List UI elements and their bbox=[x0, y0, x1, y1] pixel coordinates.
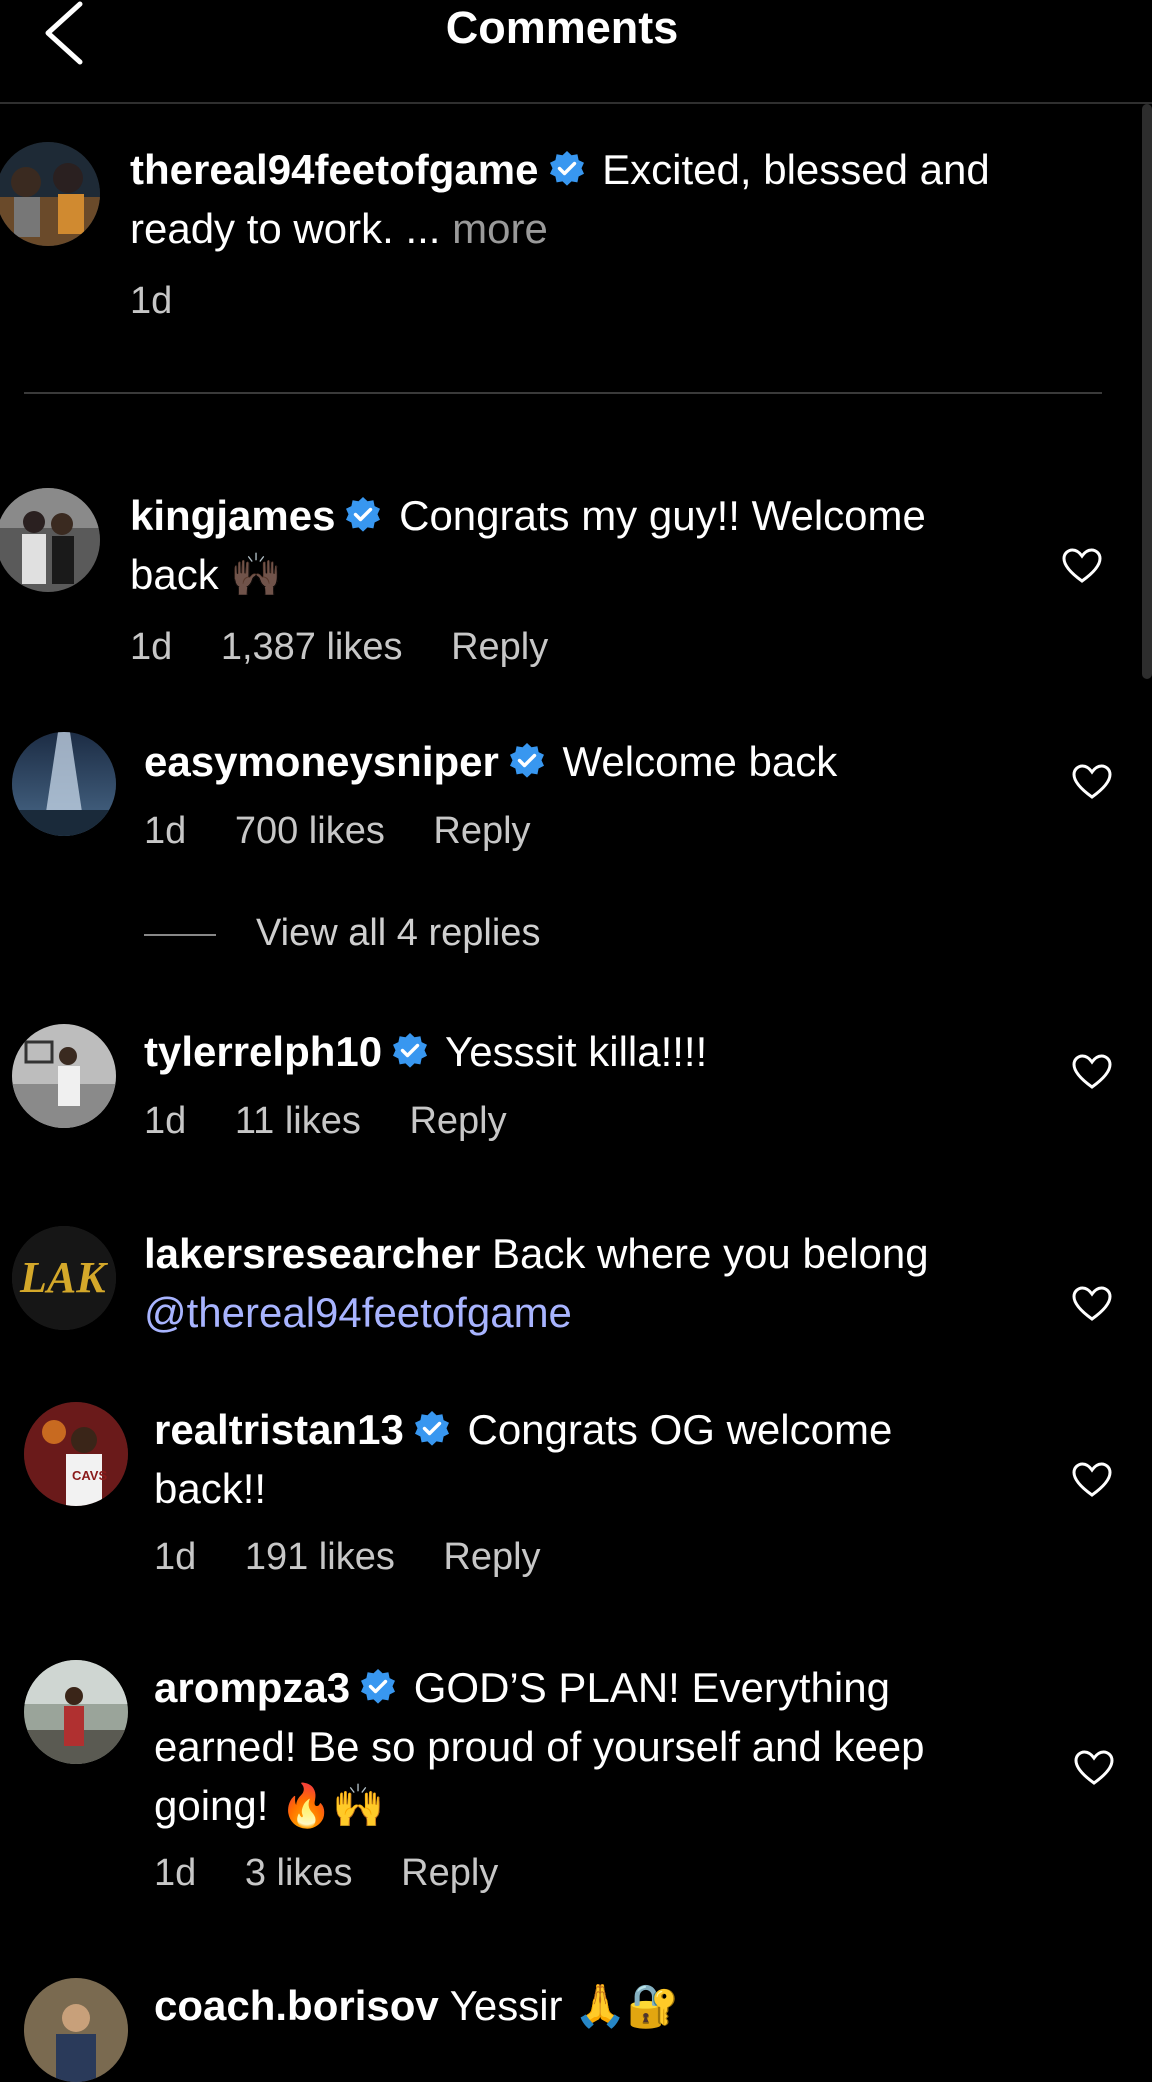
divider bbox=[24, 392, 1102, 394]
verified-badge-icon bbox=[509, 743, 544, 778]
avatar[interactable]: LAK bbox=[12, 1226, 116, 1330]
verified-badge-icon bbox=[346, 497, 381, 532]
username[interactable]: realtristan13 bbox=[154, 1406, 404, 1453]
username[interactable]: arompza3 bbox=[154, 1664, 350, 1711]
header: Comments bbox=[0, 0, 1152, 104]
timestamp: 1d bbox=[130, 626, 173, 668]
avatar[interactable]: CAVS bbox=[24, 1402, 128, 1506]
comment-meta: 1d 11 likes Reply bbox=[144, 1100, 545, 1143]
more-link[interactable]: more bbox=[452, 205, 548, 252]
like-count[interactable]: 11 likes bbox=[235, 1100, 361, 1142]
comment-line-1: GOD’S PLAN! Everything bbox=[413, 1664, 890, 1711]
comment-text: arompza3 GOD’S PLAN! Everything earned! … bbox=[154, 1658, 1094, 1835]
comment-meta: 1d 191 likes Reply bbox=[154, 1536, 579, 1579]
caption-line-1: Excited, blessed and bbox=[602, 146, 990, 193]
comment-meta: 1d 3 likes Reply bbox=[154, 1852, 536, 1895]
verified-badge-icon bbox=[414, 1411, 449, 1446]
reply-button[interactable]: Reply bbox=[401, 1852, 498, 1894]
avatar[interactable] bbox=[12, 732, 116, 836]
scrollbar[interactable] bbox=[1142, 104, 1152, 679]
comment-line-1: Congrats OG welcome bbox=[467, 1406, 893, 1453]
heart-icon[interactable] bbox=[1072, 1286, 1112, 1322]
reply-button[interactable]: Reply bbox=[409, 1100, 506, 1142]
comment-line-1: Yesssit killa!!!! bbox=[445, 1028, 708, 1075]
view-replies-button[interactable]: View all 4 replies bbox=[144, 912, 540, 955]
comment-text: tylerrelph10 Yesssit killa!!!! bbox=[144, 1022, 1104, 1081]
username[interactable]: easymoneysniper bbox=[144, 738, 499, 785]
timestamp: 1d bbox=[144, 1100, 187, 1142]
comment-line-2: back!! bbox=[154, 1465, 267, 1512]
username[interactable]: coach.borisov bbox=[154, 1982, 439, 2029]
verified-badge-icon bbox=[361, 1669, 396, 1704]
caption-meta: 1d bbox=[130, 280, 210, 323]
comment-line-1: Welcome back bbox=[562, 738, 838, 785]
page-title: Comments bbox=[445, 2, 679, 53]
avatar[interactable] bbox=[24, 1660, 128, 1764]
heart-icon[interactable] bbox=[1072, 1054, 1112, 1090]
verified-badge-icon bbox=[549, 151, 584, 186]
pray-lock-emoji: 🙏🔐 bbox=[574, 1982, 679, 2029]
verified-badge-icon bbox=[393, 1033, 428, 1068]
like-count[interactable]: 191 likes bbox=[245, 1536, 395, 1578]
like-count[interactable]: 3 likes bbox=[245, 1852, 353, 1894]
like-count[interactable]: 700 likes bbox=[235, 810, 385, 852]
username[interactable]: lakersresearcher bbox=[144, 1230, 480, 1277]
avatar[interactable] bbox=[0, 488, 100, 592]
username[interactable]: thereal94feetofgame bbox=[130, 146, 539, 193]
reply-button[interactable]: Reply bbox=[433, 810, 530, 852]
comment-line-3: going! bbox=[154, 1782, 269, 1829]
reply-button[interactable]: Reply bbox=[443, 1536, 540, 1578]
svg-text:CAVS: CAVS bbox=[72, 1468, 107, 1483]
view-replies-label: View all 4 replies bbox=[256, 912, 541, 954]
comment-line-1: Yessir bbox=[449, 1982, 563, 2029]
timestamp: 1d bbox=[130, 280, 173, 322]
timestamp: 1d bbox=[154, 1536, 197, 1578]
comment-text: easymoneysniper Welcome back bbox=[144, 732, 1104, 791]
heart-icon[interactable] bbox=[1072, 1462, 1112, 1498]
mention-link[interactable]: @thereal94feetofgame bbox=[144, 1289, 572, 1336]
comment-text: realtristan13 Congrats OG welcome back!! bbox=[154, 1400, 1094, 1518]
timestamp: 1d bbox=[144, 810, 187, 852]
avatar[interactable] bbox=[12, 1024, 116, 1128]
reply-button[interactable]: Reply bbox=[451, 626, 548, 668]
heart-icon[interactable] bbox=[1074, 1750, 1114, 1786]
comment-meta: 1d 1,387 likes Reply bbox=[130, 626, 586, 669]
avatar[interactable] bbox=[0, 142, 100, 246]
comment-line-1: Congrats my guy!! Welcome bbox=[399, 492, 926, 539]
comment-meta: 1d 700 likes Reply bbox=[144, 810, 569, 853]
comment-line-1: Back where you belong bbox=[491, 1230, 929, 1277]
caption-line-2: ready to work. ... bbox=[130, 205, 441, 252]
fire-raised-hands-emoji: 🔥🙌 bbox=[280, 1782, 385, 1829]
username[interactable]: kingjames bbox=[130, 492, 335, 539]
comment-line-2: back bbox=[130, 551, 219, 598]
raised-hands-emoji: 🙌🏿 bbox=[230, 551, 283, 598]
caption-text: thereal94feetofgame Excited, blessed and… bbox=[130, 140, 1090, 258]
comment-text: coach.borisov Yessir 🙏🔐 bbox=[154, 1976, 1094, 2035]
svg-text:LAK: LAK bbox=[19, 1253, 108, 1302]
heart-icon[interactable] bbox=[1062, 548, 1102, 584]
avatar[interactable] bbox=[24, 1978, 128, 2082]
replies-line bbox=[144, 933, 216, 936]
heart-icon[interactable] bbox=[1072, 764, 1112, 800]
username[interactable]: tylerrelph10 bbox=[144, 1028, 382, 1075]
comment-text: kingjames Congrats my guy!! Welcome back… bbox=[130, 486, 1090, 604]
comment-text: lakersresearcher Back where you belong @… bbox=[144, 1224, 1104, 1342]
comment-line-2: earned! Be so proud of yourself and keep bbox=[154, 1723, 925, 1770]
timestamp: 1d bbox=[154, 1852, 197, 1894]
like-count[interactable]: 1,387 likes bbox=[221, 626, 403, 668]
